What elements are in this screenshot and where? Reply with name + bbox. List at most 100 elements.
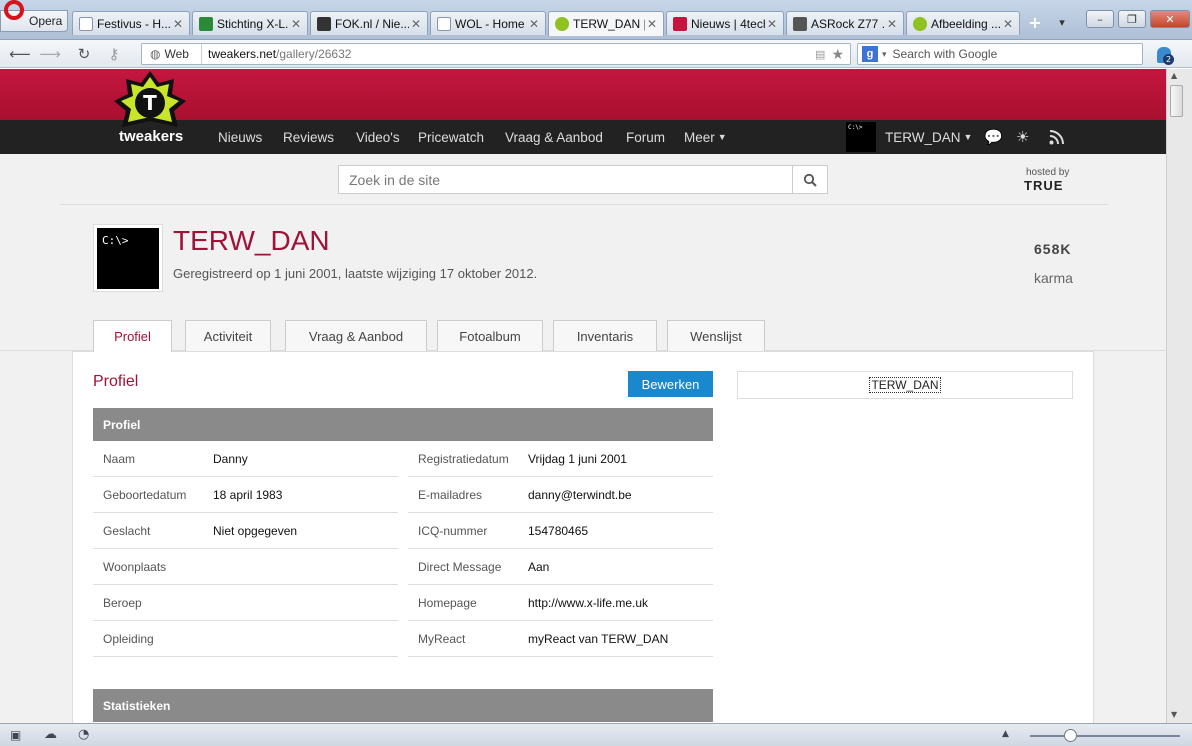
browser-tab[interactable]: Stichting X-L... ✕	[192, 11, 308, 35]
restore-button[interactable]: ❐	[1118, 10, 1146, 28]
field-label: Homepage	[418, 595, 477, 610]
unite-icon[interactable]: 2	[1153, 44, 1175, 66]
tab-label: FOK.nl / Nie...	[335, 16, 409, 31]
brightness-icon[interactable]: ☀	[1016, 120, 1029, 154]
browser-tab[interactable]: Afbeelding ... ✕	[906, 11, 1020, 35]
nav-item-vraag-aanbod[interactable]: Vraag & Aanbod	[505, 120, 603, 154]
field-label: Geboortedatum	[103, 487, 187, 502]
search-icon[interactable]	[792, 166, 827, 193]
panel-toggle-icon[interactable]: ▣	[10, 728, 21, 742]
field-value[interactable]: http://www.x-life.me.uk	[528, 596, 648, 610]
nav-item-label: Reviews	[283, 129, 335, 145]
site-search-box[interactable]: Zoek in de site	[338, 165, 828, 194]
profile-tab-wenslijst[interactable]: Wenslijst	[667, 320, 765, 351]
browser-status-bar: ▣ ☁ ◔ ▲	[0, 723, 1192, 746]
field-value: Danny	[213, 451, 248, 466]
bookmark-star-icon[interactable]: ★	[831, 46, 844, 63]
nav-item-label: Nieuws	[218, 129, 263, 145]
field-value[interactable]: 154780465	[528, 524, 588, 538]
table-row: ICQ-nummer 154780465	[408, 513, 713, 549]
scrollbar-thumb[interactable]	[1170, 85, 1183, 117]
url-field[interactable]: ◍ Web tweakers.net/gallery/26632 ▤ ★	[141, 43, 851, 65]
tab-close-icon[interactable]: ✕	[765, 17, 777, 31]
table-row: E-mailadres danny@terwindt.be	[408, 477, 713, 513]
field-value: danny@terwindt.be	[528, 487, 632, 502]
rss-feed-icon[interactable]: ▤	[815, 48, 825, 61]
user-avatar-small[interactable]: C:\>	[846, 122, 876, 152]
scroll-up-arrow-icon[interactable]: ▲	[1171, 71, 1177, 80]
true-logo[interactable]: TRUE	[1024, 178, 1063, 193]
profile-tab-activiteit[interactable]: Activiteit	[185, 320, 271, 351]
field-label: Direct Message	[418, 559, 502, 574]
field-value: Aan	[528, 559, 550, 574]
tab-close-icon[interactable]: ✕	[409, 17, 421, 31]
nav-item-forum[interactable]: Forum	[626, 120, 665, 154]
logo-wordmark[interactable]: tweakers	[119, 128, 183, 145]
browser-tab[interactable]: Festivus - H... ✕	[72, 11, 190, 35]
tab-close-icon[interactable]: ✕	[885, 17, 897, 31]
zoom-slider-track[interactable]	[1030, 735, 1180, 737]
close-window-button[interactable]: ✕	[1150, 10, 1190, 28]
cloud-icon[interactable]: ☁	[44, 727, 57, 742]
back-arrow-icon[interactable]: ⟵	[9, 44, 31, 64]
new-tab-plus-icon[interactable]: +	[1026, 13, 1044, 32]
tab-close-icon[interactable]: ✕	[527, 17, 539, 31]
table-row: Geslacht Niet opgegeven	[93, 513, 398, 549]
side-box: TERW_DAN	[737, 371, 1073, 399]
nav-item-reviews[interactable]: Reviews	[283, 120, 334, 154]
field-value: Niet opgegeven	[213, 523, 298, 538]
browser-tab[interactable]: TERW_DAN |...✕	[548, 11, 664, 36]
rss-icon[interactable]	[1049, 120, 1064, 154]
tab-close-icon[interactable]: ✕	[1001, 17, 1013, 31]
key-icon[interactable]: ⚷	[104, 44, 124, 64]
field-label: Opleiding	[103, 631, 154, 646]
speed-dial-icon[interactable]: ◔	[78, 727, 89, 742]
nav-item-label: Vraag & Aanbod	[505, 129, 603, 145]
reload-icon[interactable]: ↻	[74, 44, 94, 64]
tab-favicon-icon	[437, 16, 451, 31]
tab-label: TERW_DAN |...	[573, 17, 645, 31]
tab-label: Afbeelding ...	[931, 16, 1001, 31]
scroll-down-arrow-icon[interactable]: ▼	[1171, 710, 1177, 719]
nav-item-meer[interactable]: Meer ▼	[684, 120, 727, 154]
url-domain: tweakers.net	[208, 47, 277, 61]
tab-close-icon[interactable]: ✕	[289, 17, 301, 31]
profile-tab-fotoalbum[interactable]: Fotoalbum	[437, 320, 543, 351]
zoom-up-icon[interactable]: ▲	[1002, 729, 1009, 739]
profile-tab-inventaris[interactable]: Inventaris	[553, 320, 657, 351]
tab-favicon-icon	[317, 16, 331, 31]
nav-item-nieuws[interactable]: Nieuws	[218, 120, 262, 154]
tab-favicon-icon	[673, 16, 687, 31]
browser-tab[interactable]: ASRock Z77 ... ✕	[786, 11, 904, 35]
profile-tab-vraag-aanbod[interactable]: Vraag & Aanbod	[285, 320, 427, 351]
minimize-button[interactable]: –	[1086, 10, 1114, 28]
nav-item-pricewatch[interactable]: Pricewatch	[418, 120, 484, 154]
zoom-slider-knob[interactable]	[1064, 729, 1077, 742]
tab-close-icon[interactable]: ✕	[645, 17, 657, 31]
header-divider	[60, 204, 1108, 205]
web-badge[interactable]: ◍ Web	[142, 44, 202, 64]
tab-label: Nieuws | 4tech	[691, 16, 765, 31]
user-menu[interactable]: TERW_DAN ▼	[885, 120, 972, 154]
page-scrollbar[interactable]: ▲ ▼	[1166, 69, 1192, 723]
tab-favicon-icon	[555, 17, 569, 31]
google-icon[interactable]: g	[862, 46, 878, 62]
messages-icon[interactable]: 💬	[984, 120, 1003, 154]
profile-tab-profiel[interactable]: Profiel	[93, 320, 172, 352]
table-row: Naam Danny	[93, 441, 398, 477]
field-value: 18 april 1983	[213, 487, 283, 502]
search-engine-chevron-icon[interactable]: ▾	[882, 49, 887, 60]
field-value[interactable]: myReact van TERW_DAN	[528, 632, 668, 646]
browser-search-field[interactable]: g ▾ Search with Google	[857, 43, 1143, 65]
field-value: Vrijdag 1 juni 2001	[528, 451, 627, 466]
field-label: Registratiedatum	[418, 451, 509, 466]
tab-close-icon[interactable]: ✕	[171, 17, 183, 31]
table-row: Woonplaats	[93, 549, 398, 585]
browser-tab[interactable]: WOL - Home ✕	[430, 11, 546, 35]
forward-arrow-icon[interactable]: ⟶	[39, 44, 61, 64]
edit-button[interactable]: Bewerken	[628, 371, 713, 397]
nav-item-video-s[interactable]: Video's	[356, 120, 400, 154]
tab-list-chevron-icon[interactable]: ▾	[1053, 13, 1071, 31]
browser-tab[interactable]: FOK.nl / Nie... ✕	[310, 11, 428, 35]
browser-tab[interactable]: Nieuws | 4tech ✕	[666, 11, 784, 35]
